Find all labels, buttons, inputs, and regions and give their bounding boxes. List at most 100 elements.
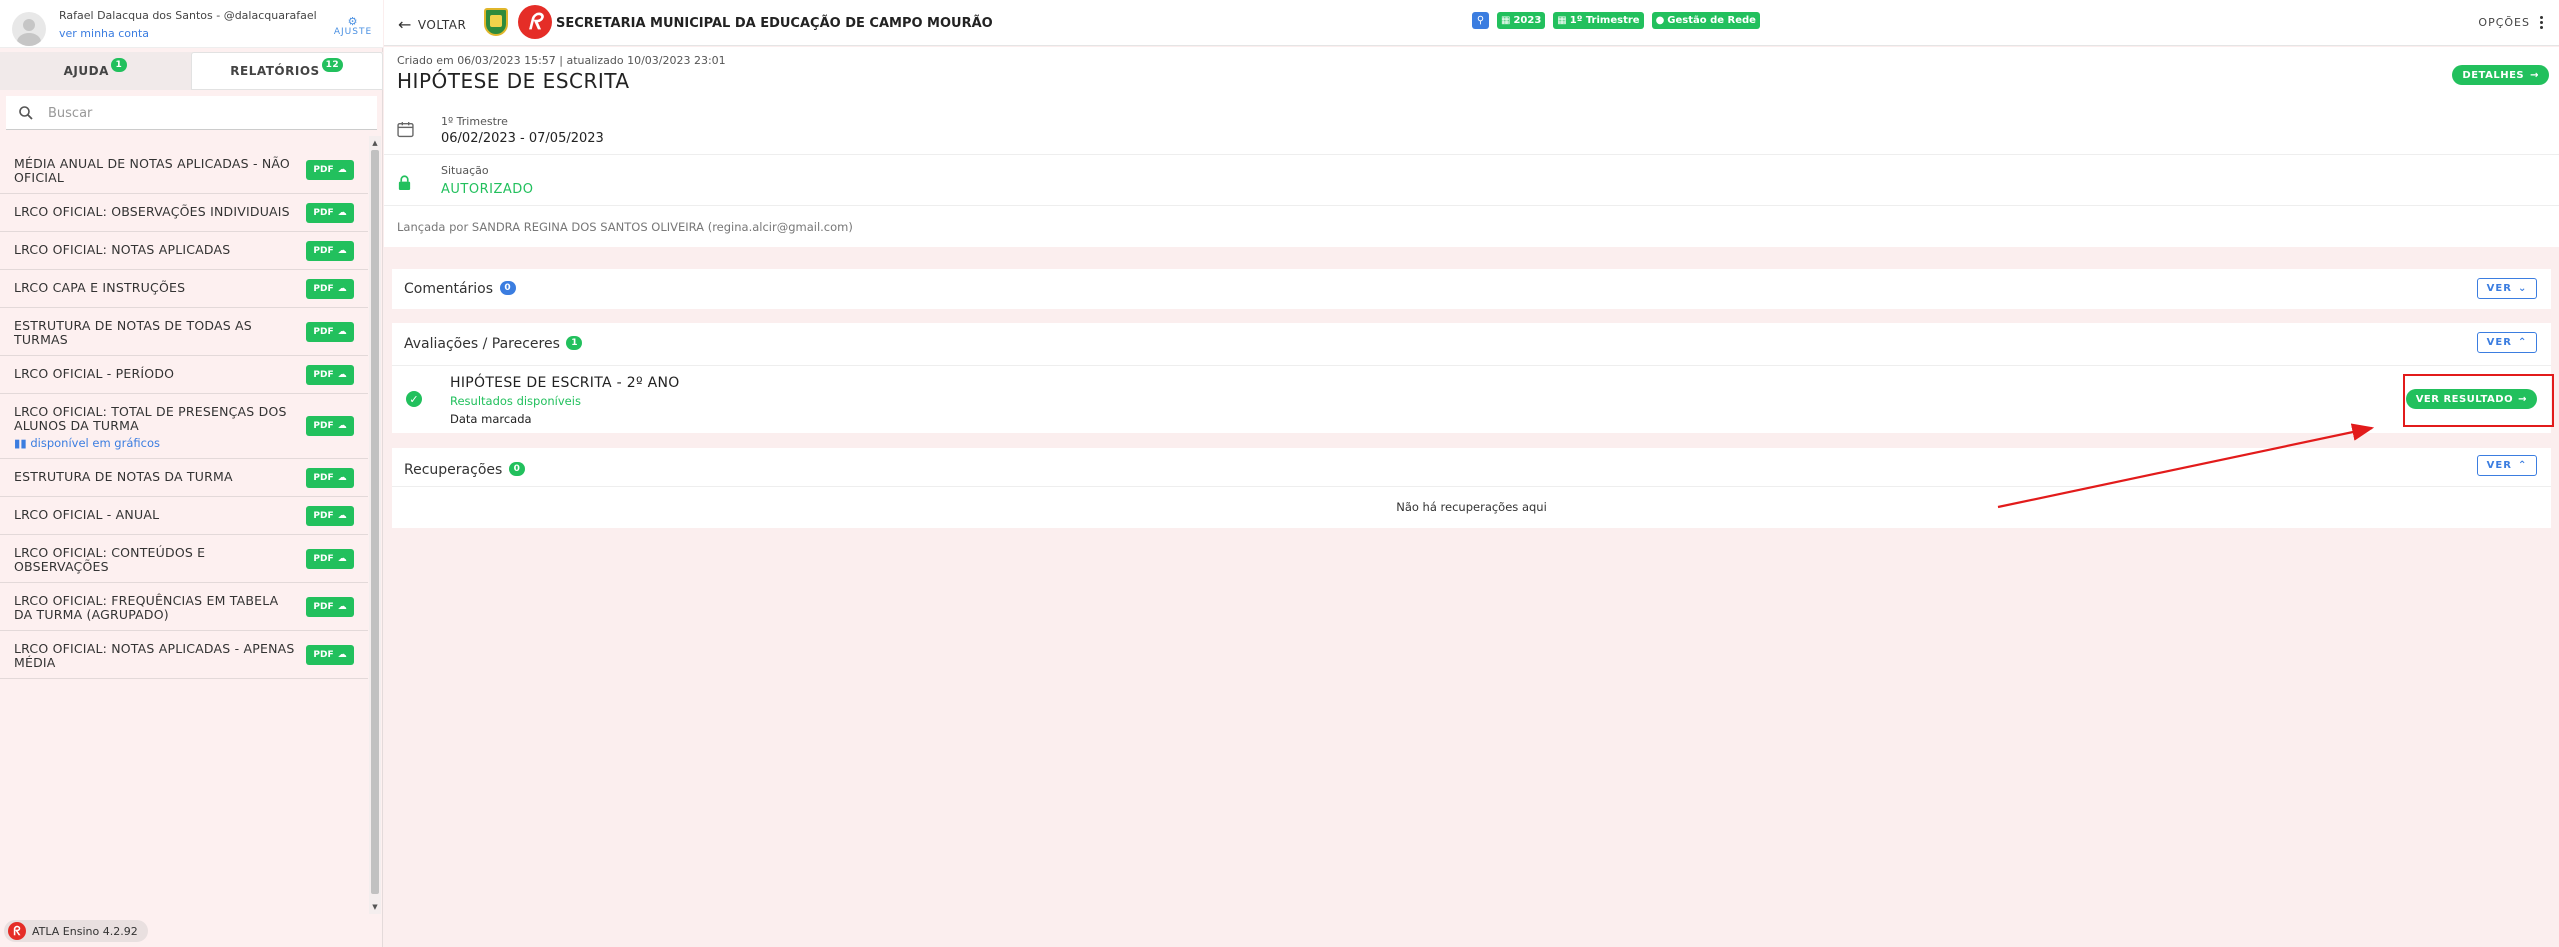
- pdf-label: PDF: [313, 510, 334, 521]
- report-title: LRCO OFICIAL - PERÍODO: [14, 366, 175, 381]
- comments-ver-button[interactable]: VER ⌄: [2477, 278, 2537, 299]
- user-context-chip[interactable]: ⚲: [1472, 12, 1489, 29]
- adjust-label: AJUSTE: [333, 27, 373, 37]
- options-label: OPÇÕES: [2478, 16, 2530, 29]
- report-title: ESTRUTURA DE NOTAS DA TURMA: [14, 469, 233, 484]
- calendar-icon: [397, 122, 414, 138]
- scroll-thumb[interactable]: [371, 150, 379, 894]
- chevron-up-icon: ⌃: [2517, 337, 2528, 348]
- pdf-label: PDF: [313, 326, 334, 337]
- pdf-button[interactable]: PDF ☁: [306, 596, 354, 617]
- details-button[interactable]: DETALHES →: [2452, 65, 2549, 85]
- tab-help[interactable]: AJUDA 1: [0, 52, 191, 90]
- options-menu-button[interactable]: OPÇÕES: [2478, 16, 2543, 29]
- person-icon: ⚲: [1476, 15, 1485, 26]
- adjust-button[interactable]: ⚙ AJUSTE: [331, 15, 375, 37]
- sidebar-scrollbar[interactable]: ▲ ▼: [369, 136, 381, 914]
- created-info: Criado em 06/03/2023 15:57 | atualizado …: [397, 54, 726, 67]
- atla-logo-icon: ᖇ: [8, 922, 26, 940]
- report-title: LRCO OFICIAL: NOTAS APLICADAS: [14, 242, 231, 257]
- comments-count-badge: 0: [499, 281, 516, 295]
- details-label: DETALHES: [2462, 69, 2525, 81]
- status-value: AUTORIZADO: [441, 182, 534, 197]
- report-title: LRCO OFICIAL: CONTEÚDOS E OBSERVAÇÕES: [14, 545, 206, 574]
- calendar-icon: ▦: [1501, 15, 1511, 26]
- year-chip[interactable]: ▦ 2023: [1497, 12, 1546, 29]
- cloud-download-icon: ☁: [337, 553, 347, 564]
- lock-icon: [398, 175, 411, 190]
- pdf-button[interactable]: PDF ☁: [306, 278, 354, 299]
- recoveries-ver-button[interactable]: VER ⌃: [2477, 455, 2537, 476]
- recoveries-title: Recuperações 0: [404, 462, 525, 479]
- kebab-menu-icon: [2540, 16, 2543, 29]
- network-chip[interactable]: ● Gestão de Rede: [1651, 12, 1760, 29]
- evaluations-title: Avaliações / Pareceres 1: [404, 336, 583, 353]
- report-item[interactable]: LRCO OFICIAL: CONTEÚDOS E OBSERVAÇÕES PD…: [0, 535, 368, 583]
- back-button[interactable]: ← VOLTAR: [398, 15, 466, 34]
- account-link[interactable]: ver minha conta: [59, 27, 149, 40]
- pdf-button[interactable]: PDF ☁: [306, 548, 354, 569]
- search-box: [6, 96, 377, 130]
- pdf-button[interactable]: PDF ☁: [306, 364, 354, 385]
- pdf-button[interactable]: PDF ☁: [306, 416, 354, 436]
- pdf-button[interactable]: PDF ☁: [306, 505, 354, 526]
- period-row: 1º Trimestre 06/02/2023 - 07/05/2023: [384, 109, 2559, 155]
- scroll-up-arrow-icon[interactable]: ▲: [371, 138, 379, 148]
- recoveries-title-label: Recuperações: [404, 462, 503, 478]
- recoveries-count-badge: 0: [508, 462, 525, 476]
- pdf-button[interactable]: PDF ☁: [306, 159, 354, 180]
- arrow-left-icon: ←: [398, 15, 412, 34]
- user-panel: Rafael Dalacqua dos Santos - @dalacquara…: [0, 0, 383, 48]
- pdf-label: PDF: [313, 283, 334, 294]
- assessment-header: Criado em 06/03/2023 15:57 | atualizado …: [384, 47, 2559, 247]
- bar-chart-icon: ▮▮: [14, 436, 27, 450]
- organization-name: SECRETARIA MUNICIPAL DA EDUCAÇÃO DE CAMP…: [556, 16, 993, 31]
- report-title: MÉDIA ANUAL DE NOTAS APLICADAS - NÃO OFI…: [14, 156, 290, 185]
- pdf-button[interactable]: PDF ☁: [306, 644, 354, 665]
- report-item[interactable]: LRCO OFICIAL: NOTAS APLICADAS - APENAS M…: [0, 631, 368, 679]
- cloud-download-icon: ☁: [337, 283, 347, 294]
- report-item[interactable]: LRCO OFICIAL: TOTAL DE PRESENÇAS DOS ALU…: [0, 394, 368, 459]
- report-item[interactable]: MÉDIA ANUAL DE NOTAS APLICADAS - NÃO OFI…: [0, 146, 368, 194]
- pdf-button[interactable]: PDF ☁: [306, 467, 354, 488]
- report-item[interactable]: LRCO OFICIAL - PERÍODO PDF ☁: [0, 356, 368, 394]
- back-label: VOLTAR: [417, 17, 467, 32]
- search-input[interactable]: [48, 102, 348, 124]
- version-label: ATLA Ensino 4.2.92: [32, 924, 138, 938]
- municipal-crest-icon: [484, 8, 508, 36]
- avatar[interactable]: [12, 12, 46, 46]
- pdf-label: PDF: [313, 649, 334, 660]
- pdf-button[interactable]: PDF ☁: [306, 202, 354, 223]
- scroll-down-arrow-icon[interactable]: ▼: [371, 902, 379, 912]
- term-chip[interactable]: ▦ 1º Trimestre: [1553, 12, 1644, 29]
- report-item[interactable]: LRCO CAPA E INSTRUÇÕES PDF ☁: [0, 270, 368, 308]
- comments-title-label: Comentários: [404, 281, 494, 297]
- evaluations-count-badge: 1: [566, 336, 583, 350]
- main-content: ← VOLTAR ᖇ SECRETARIA MUNICIPAL DA EDUCA…: [384, 0, 2559, 947]
- report-item[interactable]: ESTRUTURA DE NOTAS DE TODAS AS TURMAS PD…: [0, 308, 368, 356]
- pdf-label: PDF: [313, 369, 334, 380]
- cloud-download-icon: ☁: [337, 601, 347, 612]
- pdf-button[interactable]: PDF ☁: [306, 321, 354, 342]
- gear-icon: ⚙: [347, 15, 359, 28]
- network-chip-label: Gestão de Rede: [1667, 15, 1756, 26]
- context-chips: ⚲ ▦ 2023 ▦ 1º Trimestre ● Gestão de Rede: [1472, 12, 1760, 29]
- report-item[interactable]: LRCO OFICIAL - ANUAL PDF ☁: [0, 497, 368, 535]
- recoveries-section: Recuperações 0 VER ⌃ Não há recuperações…: [392, 448, 2551, 528]
- pdf-label: PDF: [313, 553, 334, 564]
- status-row: Situação AUTORIZADO: [384, 156, 2559, 206]
- tab-reports[interactable]: RELATÓRIOS 12: [190, 52, 383, 90]
- version-badge: ᖇ ATLA Ensino 4.2.92: [4, 920, 148, 942]
- pdf-button[interactable]: PDF ☁: [306, 240, 354, 261]
- report-item[interactable]: ESTRUTURA DE NOTAS DA TURMA PDF ☁: [0, 459, 368, 497]
- comments-section: Comentários 0 VER ⌄: [392, 269, 2551, 309]
- report-chart-link[interactable]: ▮▮ disponível em gráficos: [14, 436, 298, 450]
- evaluation-item[interactable]: ✓ HIPÓTESE DE ESCRITA - 2º ANO Resultado…: [392, 365, 2551, 433]
- report-item[interactable]: LRCO OFICIAL: NOTAS APLICADAS PDF ☁: [0, 232, 368, 270]
- tab-help-badge: 1: [110, 58, 127, 72]
- chevron-up-icon: ⌃: [2517, 460, 2528, 471]
- report-item[interactable]: LRCO OFICIAL: FREQUÊNCIAS EM TABELA DA T…: [0, 583, 368, 631]
- evaluations-ver-button[interactable]: VER ⌃: [2477, 332, 2537, 353]
- tab-help-label: AJUDA: [63, 64, 109, 78]
- report-item[interactable]: LRCO OFICIAL: OBSERVAÇÕES INDIVIDUAIS PD…: [0, 194, 368, 232]
